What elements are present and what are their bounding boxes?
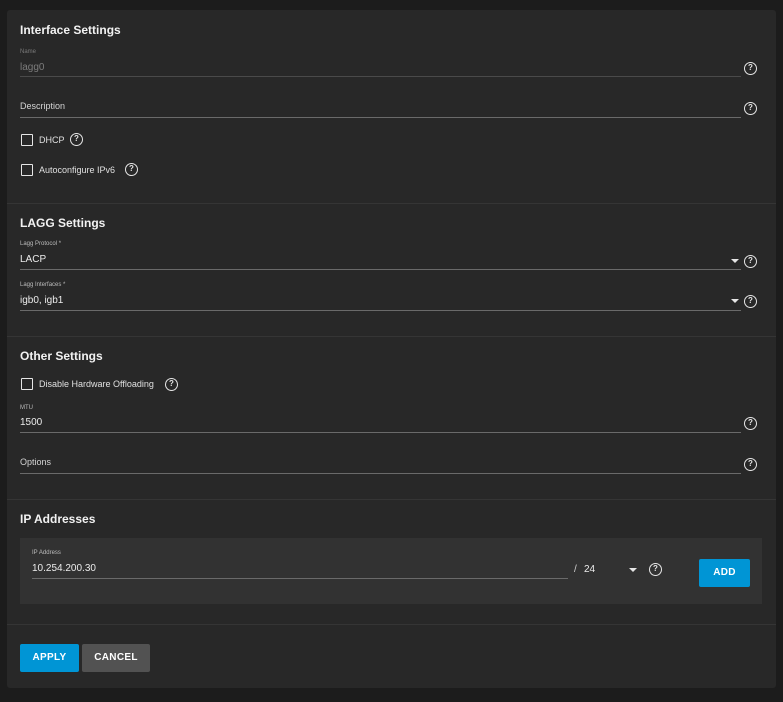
lagg-interfaces-underline: [20, 310, 741, 311]
ip-addresses-title: IP Addresses: [20, 512, 96, 526]
help-icon[interactable]: ?: [744, 295, 757, 308]
other-settings-title: Other Settings: [20, 349, 103, 363]
netmask-separator: /: [574, 564, 577, 575]
caret-down-icon[interactable]: [629, 568, 637, 572]
section-divider: [7, 624, 776, 625]
dhcp-label[interactable]: DHCP: [39, 135, 65, 145]
apply-button[interactable]: APPLY: [20, 644, 79, 672]
name-input: lagg0: [20, 62, 45, 73]
caret-down-icon[interactable]: [731, 299, 739, 303]
autoconfigure-ipv6-checkbox[interactable]: [21, 164, 33, 176]
ip-address-label: IP Address: [32, 550, 61, 556]
section-divider: [7, 499, 776, 500]
help-icon[interactable]: ?: [125, 163, 138, 176]
help-icon[interactable]: ?: [70, 133, 83, 146]
help-icon[interactable]: ?: [744, 102, 757, 115]
help-icon[interactable]: ?: [744, 255, 757, 268]
name-underline: [20, 76, 741, 77]
lagg-settings-title: LAGG Settings: [20, 216, 106, 230]
cancel-button[interactable]: CANCEL: [82, 644, 150, 672]
lagg-protocol-label: Lagg Protocol *: [20, 241, 62, 247]
ip-address-row: IP Address 10.254.200.30 / 24 ? ADD: [20, 538, 762, 604]
mtu-input[interactable]: 1500: [20, 417, 42, 428]
netmask-select[interactable]: 24: [584, 564, 595, 575]
interface-settings-title: Interface Settings: [20, 23, 121, 37]
autoconfigure-ipv6-label[interactable]: Autoconfigure IPv6: [39, 165, 115, 175]
lagg-protocol-select[interactable]: LACP: [20, 254, 46, 265]
options-underline: [20, 473, 741, 474]
ip-address-input[interactable]: 10.254.200.30: [32, 563, 96, 574]
network-interface-form: Interface Settings Name lagg0 ? Descript…: [7, 10, 776, 688]
options-input[interactable]: Options: [20, 457, 51, 467]
help-icon[interactable]: ?: [744, 458, 757, 471]
caret-down-icon[interactable]: [731, 259, 739, 263]
mtu-label: MTU: [20, 405, 33, 411]
mtu-underline: [20, 432, 741, 433]
description-underline: [20, 117, 741, 118]
lagg-protocol-underline: [20, 269, 741, 270]
disable-hardware-offloading-checkbox[interactable]: [21, 378, 33, 390]
lagg-interfaces-label: Lagg Interfaces *: [20, 282, 66, 288]
ip-address-underline: [32, 578, 568, 579]
section-divider: [7, 336, 776, 337]
section-divider: [7, 203, 776, 204]
help-icon[interactable]: ?: [744, 62, 757, 75]
description-input[interactable]: Description: [20, 101, 65, 111]
help-icon[interactable]: ?: [744, 417, 757, 430]
name-label: Name: [20, 49, 37, 55]
help-icon[interactable]: ?: [649, 563, 662, 576]
lagg-interfaces-select[interactable]: igb0, igb1: [20, 295, 63, 306]
disable-hardware-offloading-label[interactable]: Disable Hardware Offloading: [39, 379, 154, 389]
help-icon[interactable]: ?: [165, 378, 178, 391]
dhcp-checkbox[interactable]: [21, 134, 33, 146]
add-ip-button[interactable]: ADD: [699, 559, 750, 587]
